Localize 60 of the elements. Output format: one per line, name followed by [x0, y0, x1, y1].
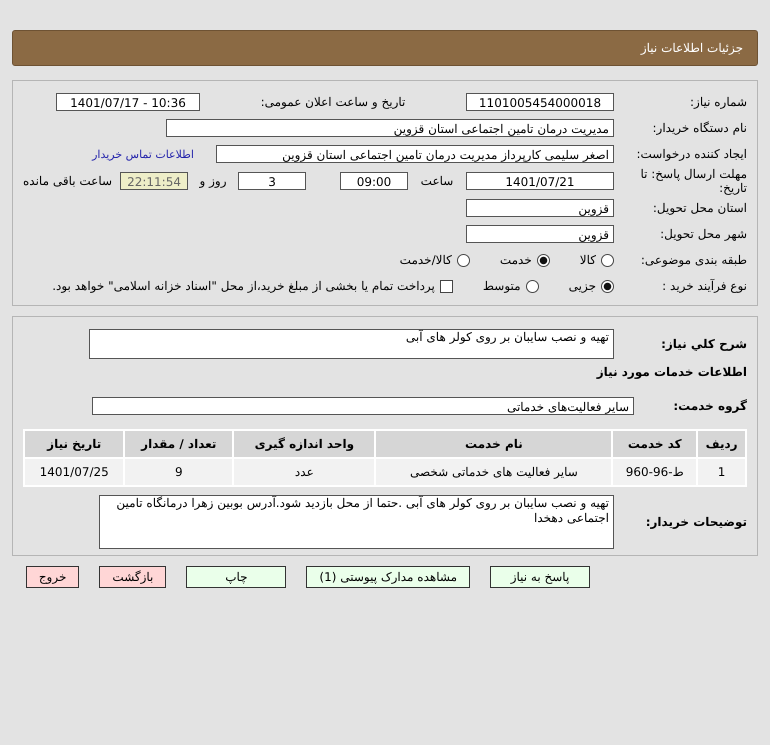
field-label: نام دستگاه خریدار:: [652, 121, 747, 135]
option-label: کالا: [580, 253, 596, 267]
checkbox[interactable]: [440, 280, 453, 292]
days-field: 3: [238, 172, 306, 190]
radio-button[interactable]: [601, 254, 614, 266]
option-label: کالا/خدمت: [400, 253, 452, 267]
field-label: ساعت باقی مانده: [23, 174, 112, 188]
column-header: تعداد / مقدار: [125, 431, 232, 457]
field-label: تاریخ و ساعت اعلان عمومی:: [260, 95, 406, 109]
deadline-time-field: 09:00: [340, 172, 408, 190]
field-label: توضیحات خریدار:: [644, 515, 747, 529]
table-cell: سایر فعالیت های خدماتی شخصی: [376, 459, 612, 485]
section-title: اطلاعات خدمات مورد نیاز: [596, 364, 747, 381]
field-label: ایجاد کننده درخواست:: [635, 147, 747, 161]
field-label: نوع فرآیند خرید :: [661, 279, 747, 293]
option-label: پرداخت تمام یا بخشی از مبلغ خرید،از محل "اسناد خزانه اسلامی" خواهد بود.: [52, 279, 435, 293]
page-title: جزئیات اطلاعات نیاز: [640, 41, 743, 55]
action-button[interactable]: پاسخ به نیاز: [490, 566, 590, 588]
remaining-time-field: 22:11:54: [120, 172, 188, 190]
field-label: شرح کلي نياز:: [660, 337, 747, 351]
table-cell: ط-96-960: [613, 459, 696, 485]
table-cell: 1401/07/25: [25, 459, 124, 485]
field-label: استان محل تحویل:: [652, 201, 747, 215]
announce-date-field: 1401/07/17 - 10:36: [56, 93, 200, 111]
field-label: شهر محل تحویل:: [659, 227, 747, 241]
city-field: قزوین: [466, 225, 614, 243]
table-cell: 1: [698, 459, 745, 485]
field-label: مهلت ارسال پاسخ: تا تاریخ:: [639, 167, 747, 195]
action-button[interactable]: چاپ: [186, 566, 286, 588]
table-cell: 9: [125, 459, 232, 485]
action-button[interactable]: خروج: [26, 566, 80, 588]
column-header: تاریخ نیاز: [25, 431, 124, 457]
province-field: قزوین: [466, 199, 614, 217]
field-label: گروه خدمت:: [672, 399, 747, 413]
radio-button[interactable]: [456, 254, 470, 266]
option-label: خدمت: [500, 253, 532, 267]
radio-button[interactable]: [526, 280, 539, 292]
action-button[interactable]: بازگشت: [99, 566, 166, 588]
field-label: روز و: [198, 174, 228, 188]
field-label: ساعت: [420, 174, 454, 188]
column-header: نام خدمت: [376, 431, 612, 457]
buyer-field: مدیریت درمان تامین اجتماعی استان قزوین: [166, 119, 614, 137]
summary-field: تهیه و نصب سایبان بر روی کولر های آبی: [89, 329, 614, 359]
column-header: کد خدمت: [613, 431, 696, 457]
column-header: ردیف: [698, 431, 745, 457]
option-label: متوسط: [482, 279, 521, 293]
column-header: واحد اندازه گیری: [234, 431, 374, 457]
option-label: جزیی: [568, 279, 596, 293]
service-group-field: سایر فعالیت‌های خدماتی: [92, 397, 634, 415]
buyer-notes-field: تهیه و نصب سایبان بر روی کولر های آبی .حتما از محل بازدید شود.آدرس بوبین زهرا درمانگاه تامین اجتماعی دهخدا: [99, 495, 614, 549]
field-label: طبقه بندی موضوعی:: [640, 253, 747, 267]
need-number-field: 1101005454000018: [466, 93, 614, 111]
field-label: شماره نیاز:: [689, 95, 747, 109]
radio-button[interactable]: [601, 280, 614, 292]
action-button[interactable]: مشاهده مدارک پیوستی (1): [306, 566, 470, 588]
table-cell: عدد: [234, 459, 374, 485]
buyer-contact-link[interactable]: اطلاعات تماس خریدار: [92, 148, 194, 160]
radio-button[interactable]: [536, 254, 550, 266]
creator-field: اصغر سلیمی کارپرداز مدیریت درمان تامین اجتماعی استان قزوین: [216, 145, 614, 163]
deadline-date-field: 1401/07/21: [466, 172, 614, 190]
